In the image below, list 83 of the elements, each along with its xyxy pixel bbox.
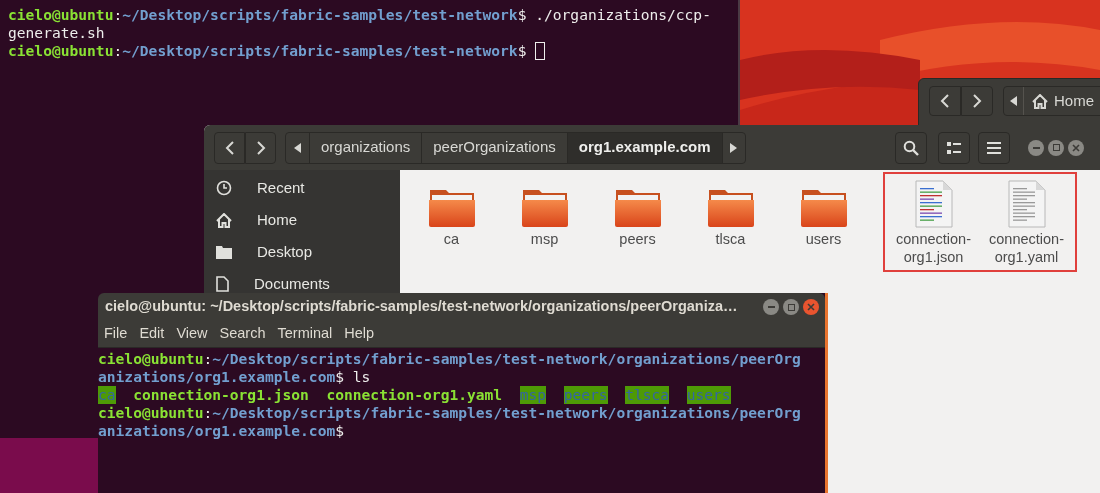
triangle-left-icon bbox=[294, 142, 301, 153]
maximize-icon bbox=[1052, 144, 1060, 151]
minimize-icon bbox=[767, 306, 775, 308]
home-icon bbox=[1032, 93, 1048, 109]
path-button[interactable]: organizations bbox=[310, 132, 423, 163]
menu-item[interactable]: Search bbox=[219, 323, 266, 345]
directory-name: tlsca bbox=[625, 386, 670, 404]
minimize-button[interactable] bbox=[1028, 139, 1044, 156]
triangle-right-icon bbox=[730, 142, 738, 153]
folder-item[interactable]: peers bbox=[591, 178, 684, 248]
sidebar-item[interactable]: Desktop bbox=[204, 244, 400, 260]
chevron-right-icon bbox=[255, 140, 266, 155]
folder-icon bbox=[799, 188, 848, 228]
path-button[interactable]: peerOrganizations bbox=[422, 132, 568, 163]
window-title: cielo@ubuntu: ~/Desktop/scripts/fabric-samples/test-network/organizations/peerOrganiza… bbox=[105, 297, 739, 317]
terminal-line: generate.sh bbox=[8, 24, 105, 42]
file-label: tlsca bbox=[715, 230, 746, 248]
directory-name: users bbox=[686, 386, 731, 404]
file-label: connection- org1.yaml bbox=[989, 230, 1064, 266]
home-icon bbox=[216, 212, 232, 228]
document-icon bbox=[914, 180, 953, 228]
close-icon bbox=[807, 303, 815, 311]
document-item[interactable]: connection- org1.json bbox=[887, 178, 980, 266]
maximize-icon bbox=[787, 303, 795, 311]
menu-item[interactable]: File bbox=[104, 323, 128, 345]
view-button[interactable] bbox=[938, 131, 970, 164]
folder-icon bbox=[427, 188, 476, 228]
search-icon bbox=[903, 139, 919, 156]
terminal-line: cielo@ubuntu:~/Desktop/scripts/fabric-samples/test-network$ ./organizations/ccp- bbox=[8, 6, 711, 24]
file-label: msp bbox=[530, 230, 559, 248]
folder-icon bbox=[706, 188, 755, 228]
maximize-button[interactable] bbox=[783, 299, 799, 315]
minimize-icon bbox=[1032, 146, 1040, 149]
back-button[interactable] bbox=[214, 131, 245, 164]
terminal-line: cielo@ubuntu:~/Desktop/scripts/fabric-samples/test-network/organizations/peerOrg bbox=[98, 404, 801, 422]
close-button[interactable] bbox=[1068, 139, 1084, 156]
menu-item[interactable]: Help bbox=[344, 323, 375, 345]
folder-item[interactable]: ca bbox=[405, 178, 498, 248]
sidebar-item[interactable]: Documents bbox=[204, 276, 400, 292]
folder-icon bbox=[216, 245, 232, 259]
terminal-line: anizations/org1.example.com$ bbox=[98, 422, 345, 440]
folder-icon bbox=[613, 188, 662, 228]
minimize-button[interactable] bbox=[763, 299, 779, 315]
back-button[interactable] bbox=[929, 86, 961, 116]
document-icon bbox=[1007, 180, 1046, 228]
folder-item[interactable]: tlsca bbox=[684, 178, 777, 248]
folder-icon bbox=[520, 188, 569, 228]
file-name: connection-org1.yaml bbox=[326, 386, 503, 404]
close-icon bbox=[1072, 143, 1080, 152]
close-button[interactable] bbox=[803, 299, 819, 315]
sidebar-item[interactable]: Home bbox=[204, 212, 400, 228]
triangle-left-icon bbox=[1010, 96, 1017, 106]
folder-item[interactable]: users bbox=[777, 178, 870, 248]
path-button[interactable]: org1.example.com bbox=[567, 132, 723, 163]
file-label: ca bbox=[443, 230, 460, 248]
document-item[interactable]: connection- org1.yaml bbox=[980, 178, 1073, 266]
terminal-line: cielo@ubuntu:~/Desktop/scripts/fabric-samples/test-network/organizations/peerOrg bbox=[98, 350, 801, 368]
file-label: peers bbox=[619, 230, 656, 248]
sidebar-item[interactable]: Recent bbox=[204, 180, 400, 196]
file-name: connection-org1.json bbox=[133, 386, 309, 404]
document-icon bbox=[216, 276, 229, 292]
directory-name: msp bbox=[519, 386, 547, 404]
chevron-left-icon bbox=[940, 94, 950, 108]
search-button[interactable] bbox=[895, 131, 927, 164]
clock-icon bbox=[216, 180, 232, 196]
file-label: connection- org1.json bbox=[896, 230, 971, 266]
directory-name: ca bbox=[98, 386, 116, 404]
chevron-right-icon bbox=[972, 94, 982, 108]
menu-icon bbox=[987, 141, 1001, 154]
menu-item[interactable]: View bbox=[176, 323, 208, 345]
terminal-line: anizations/org1.example.com$ ls bbox=[98, 368, 371, 386]
menu-button[interactable] bbox=[978, 131, 1010, 164]
forward-button[interactable] bbox=[961, 86, 993, 116]
folder-item[interactable]: msp bbox=[498, 178, 591, 248]
directory-name: peers bbox=[563, 386, 608, 404]
file-label: users bbox=[805, 230, 842, 248]
menu-item[interactable]: Terminal bbox=[277, 323, 333, 345]
chevron-left-icon bbox=[224, 140, 235, 155]
forward-button[interactable] bbox=[245, 131, 276, 164]
terminal-line: cielo@ubuntu:~/Desktop/scripts/fabric-samples/test-network$ bbox=[8, 42, 528, 60]
list-view-icon bbox=[947, 141, 961, 154]
maximize-button[interactable] bbox=[1048, 139, 1064, 156]
menu-item[interactable]: Edit bbox=[139, 323, 165, 345]
